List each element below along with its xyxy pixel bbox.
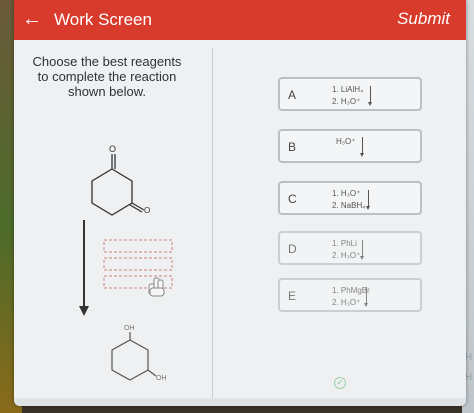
bottom-bar [14,398,466,406]
reaction-arrow-small [368,86,372,106]
product [111,332,157,381]
background-glyph: H [465,352,473,363]
reagent-step-2: 2. H₃O⁺ [332,298,361,307]
reagent-step-2: 2. H₃O⁺ [332,97,361,106]
reagent-step-1: 1. PhLi [332,239,357,248]
reagent-drop-zone-1[interactable] [103,239,173,253]
choice-d[interactable]: D 1. PhLi 2. H₃O⁺ [278,231,422,265]
choice-letter: A [288,88,297,102]
work-screen: ← Work Screen Submit Choose the best rea… [14,0,466,406]
reagent-step-2: 2. H₃O⁺ [332,251,361,260]
choice-b[interactable]: B H₃O⁺ [278,129,422,163]
oxygen-label: O [144,206,150,215]
question-prompt: Choose the best reagents to complete the… [32,54,182,99]
background-glyph: H [465,372,473,383]
reaction-arrow-small [364,287,368,307]
choice-letter: D [288,242,297,256]
choice-a[interactable]: A 1. LiAlH₄ 2. H₃O⁺ [278,77,422,111]
hydroxyl-label: OH [156,375,167,382]
choice-letter: E [288,289,297,303]
reagent-step-1: 1. LiAlH₄ [332,85,364,94]
reagent-step-1: 1. H₃O⁺ [332,189,361,198]
reaction-arrow-small [360,137,364,157]
check-icon: ✓ [334,377,346,389]
hand-pointer-icon [148,277,165,297]
choice-e[interactable]: E 1. PhMgBr 2. H₃O⁺ [278,278,422,312]
reaction-arrow-small [360,240,364,260]
choice-letter: B [288,140,297,154]
header-bar: ← Work Screen Submit [14,0,466,40]
oxygen-label: O [109,144,116,154]
reagent-drop-zone-2[interactable] [103,257,173,271]
reaction-scheme: O O OH OH [79,144,173,382]
hydroxyl-label: OH [124,325,135,332]
prompt-line: Choose the best reagents [32,54,182,69]
reagent-step-1: 1. PhMgBr [332,286,370,295]
prompt-line: shown below. [67,84,147,99]
reaction-arrow-head [79,306,89,316]
reaction-arrow-small [366,190,370,210]
reagent-step-1: H₃O⁺ [336,137,356,146]
choice-c[interactable]: C 1. H₃O⁺ 2. NaBH₄ [278,181,422,215]
choice-letter: C [288,192,297,206]
starting-material [91,154,145,216]
reagent-step-2: 2. NaBH₄ [332,201,366,210]
page-title: Work Screen [54,10,152,29]
submit-button[interactable]: Submit [397,9,450,29]
arrow-left-icon[interactable]: ← [22,8,42,30]
prompt-line: to complete the reaction [37,69,177,84]
